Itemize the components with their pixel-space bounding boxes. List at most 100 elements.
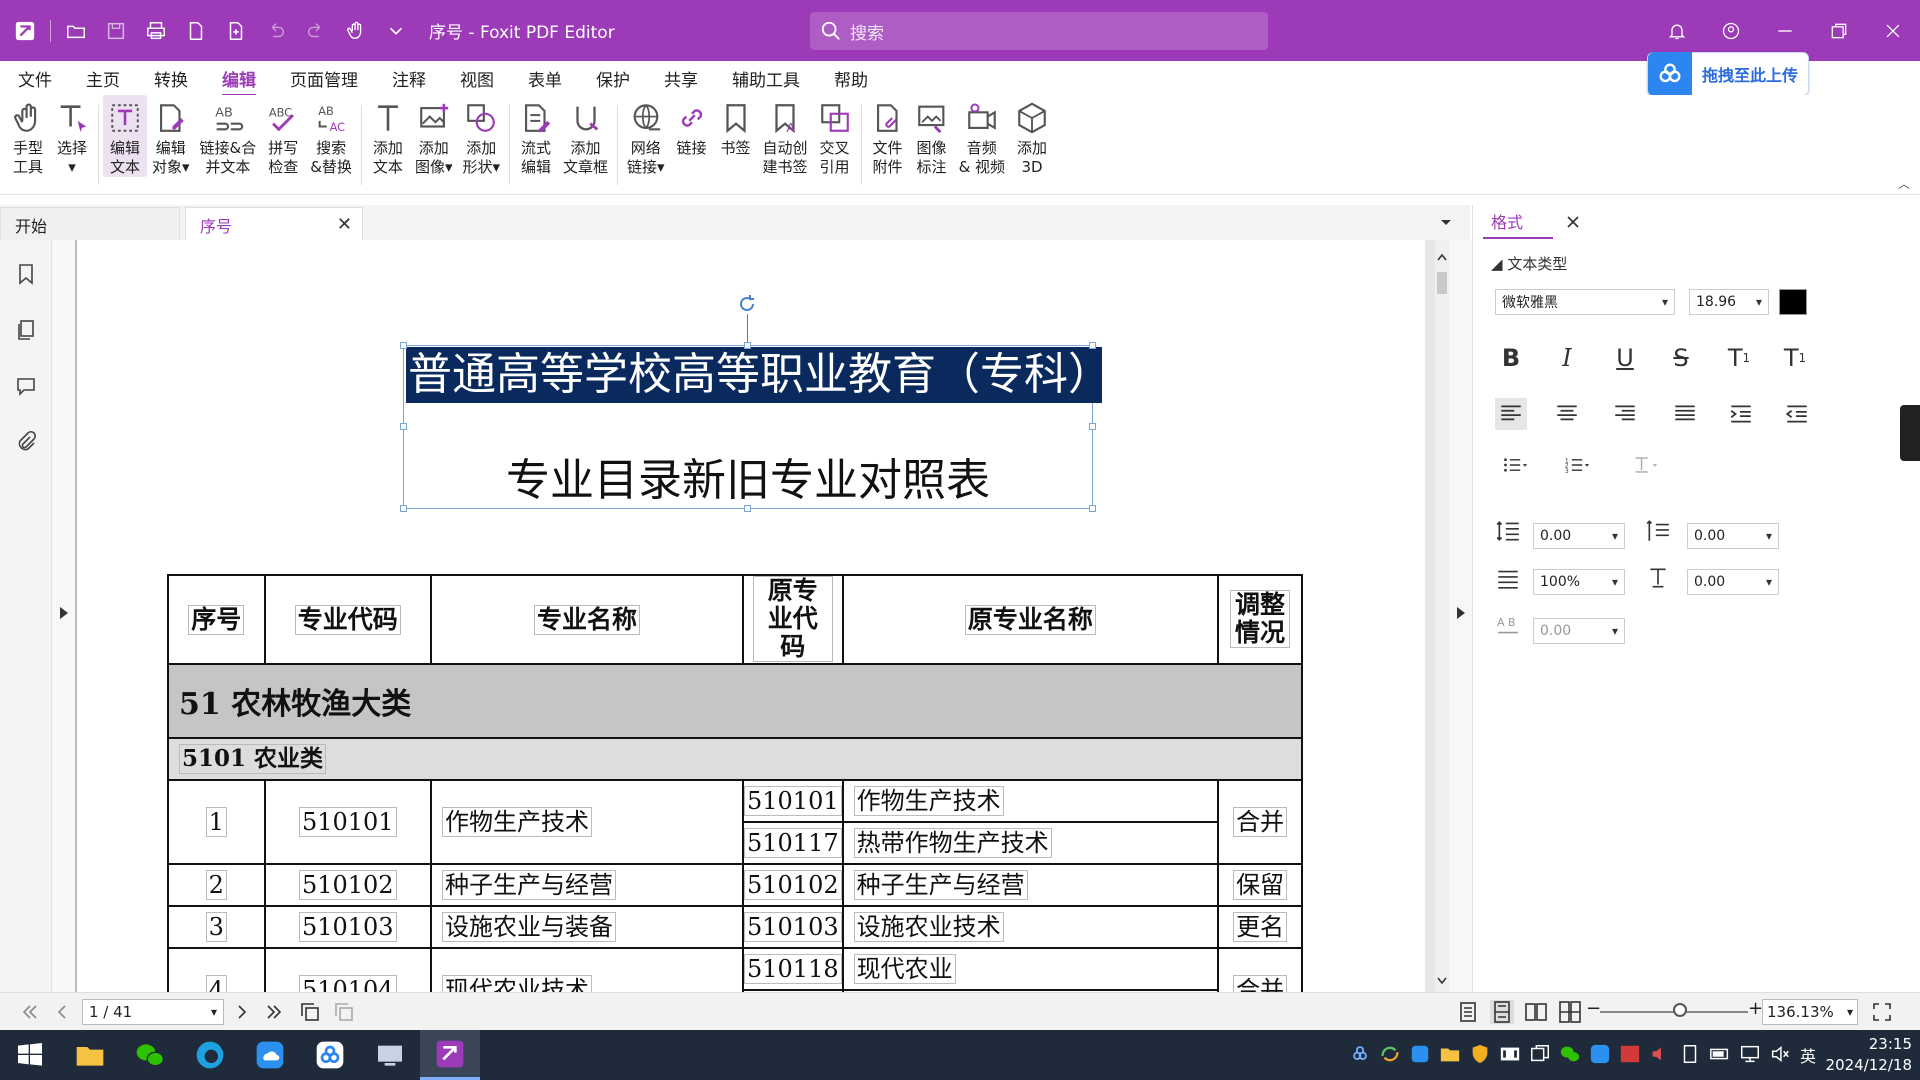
major-name[interactable]: 种子生产与经营 — [442, 870, 617, 900]
menu-item-5[interactable]: 注释 — [392, 66, 426, 91]
ribbon-button-5[interactable]: ABC 拼写 检查 — [261, 95, 305, 177]
menu-item-6[interactable]: 视图 — [460, 66, 494, 91]
old-major-code[interactable]: 510102 — [744, 870, 842, 900]
tablet-tray-icon[interactable] — [1679, 1043, 1703, 1067]
ribbon-button-8[interactable]: 添加 图像▾ — [410, 95, 458, 177]
ribbon-button-6[interactable]: AB AC 搜索 &替换 — [305, 95, 357, 177]
rotate-handle-icon[interactable] — [735, 292, 759, 316]
old-major-name[interactable]: 作物生产技术 — [853, 786, 1004, 816]
attachments-panel-icon[interactable] — [0, 414, 52, 470]
category-cell[interactable]: 51 农林牧渔大类 — [167, 663, 1303, 739]
save-icon[interactable] — [101, 16, 131, 46]
bookmark-panel-icon[interactable] — [0, 246, 52, 302]
side-edge-tab[interactable] — [1900, 405, 1920, 461]
resize-handle[interactable] — [744, 505, 751, 512]
adjustment-status[interactable]: 合并 — [1233, 975, 1288, 992]
section-text-type[interactable]: ◢ 文本类型 — [1491, 253, 1567, 274]
input-language-indicator[interactable]: 英 — [1800, 1043, 1816, 1067]
old-major-code[interactable]: 510117 — [744, 828, 842, 858]
wechat-icon[interactable] — [120, 1030, 180, 1080]
close-window-icon[interactable] — [1866, 0, 1920, 61]
last-page-icon[interactable] — [262, 1000, 286, 1024]
hand-tool-quick-icon[interactable] — [341, 16, 371, 46]
single-page-view-icon[interactable] — [1456, 1000, 1480, 1024]
speaker-muted-icon[interactable] — [1649, 1043, 1673, 1067]
adjustment-status[interactable]: 合并 — [1233, 807, 1288, 837]
volume-icon[interactable] — [1769, 1043, 1793, 1067]
line-spacing-select[interactable]: 0.00 — [1533, 523, 1625, 549]
close-tab-icon[interactable]: ✕ — [337, 214, 352, 235]
ribbon-button-14[interactable]: 书签 — [714, 95, 758, 158]
start-windows-icon[interactable] — [0, 1030, 60, 1080]
adjustment-status[interactable]: 更名 — [1233, 912, 1288, 942]
menu-item-0[interactable]: 文件 — [18, 66, 52, 91]
resize-handle[interactable] — [400, 505, 407, 512]
old-major-code[interactable]: 510101 — [744, 786, 842, 816]
menu-item-7[interactable]: 表单 — [528, 66, 562, 91]
edge-browser-icon[interactable] — [180, 1030, 240, 1080]
adjustment-status[interactable]: 保留 — [1233, 870, 1288, 900]
continuous-facing-view-icon[interactable] — [1558, 1000, 1582, 1024]
header-status[interactable]: 调整情况 — [1230, 590, 1291, 648]
scroll-down-icon[interactable] — [1436, 976, 1448, 986]
ribbon-button-7[interactable]: 添加 文本 — [366, 95, 410, 177]
folder-tray-icon[interactable] — [1439, 1043, 1463, 1067]
header-old-code[interactable]: 原专业代码 — [752, 576, 833, 662]
redo-icon[interactable] — [301, 16, 331, 46]
tab-format[interactable]: 格式 — [1483, 205, 1553, 239]
file-explorer-icon[interactable] — [60, 1030, 120, 1080]
menu-item-3[interactable]: 编辑 — [222, 66, 256, 97]
major-name[interactable]: 设施农业与装备 — [442, 912, 617, 942]
zoom-level-select[interactable]: 136.13% — [1762, 999, 1858, 1025]
align-right-icon[interactable] — [1609, 398, 1641, 430]
new-document-icon[interactable] — [181, 16, 211, 46]
row-number[interactable]: 4 — [205, 975, 227, 992]
align-left-icon[interactable] — [1495, 398, 1527, 430]
shield-tray-icon[interactable] — [1469, 1043, 1493, 1067]
horizontal-scale-select[interactable]: 100% — [1533, 569, 1625, 595]
continuous-view-icon[interactable] — [1490, 1000, 1514, 1024]
first-page-icon[interactable] — [18, 1000, 42, 1024]
resize-handle[interactable] — [400, 342, 407, 349]
major-name[interactable]: 现代农业技术 — [442, 975, 593, 992]
menu-item-8[interactable]: 保护 — [596, 66, 630, 91]
old-major-code[interactable]: 510118 — [744, 954, 842, 984]
word-spacing-select[interactable]: 0.00 — [1533, 618, 1625, 644]
align-justify-icon[interactable] — [1669, 398, 1701, 430]
baidu-tray-icon[interactable] — [1349, 1043, 1373, 1067]
old-major-name[interactable]: 热带作物生产技术 — [853, 828, 1052, 858]
ribbon-button-1[interactable]: 选择 ▾ — [50, 95, 94, 177]
menu-item-9[interactable]: 共享 — [664, 66, 698, 91]
system-clock[interactable]: 23:15 2024/12/18 — [1820, 1034, 1912, 1076]
outdent-icon[interactable] — [1781, 398, 1813, 430]
ribbon-button-3[interactable]: 编辑 对象▾ — [147, 95, 195, 177]
close-panel-icon[interactable] — [1563, 212, 1583, 232]
ribbon-button-10[interactable]: 流式 编辑 — [514, 95, 558, 177]
resize-handle[interactable] — [400, 423, 407, 430]
left-panel-expander[interactable] — [52, 240, 75, 992]
search-input[interactable]: 搜索 — [810, 12, 1268, 50]
ribbon-button-18[interactable]: 图像 标注 — [910, 95, 954, 177]
font-family-select[interactable]: 微软雅黑 — [1495, 289, 1675, 315]
baidu-netdisk-icon[interactable] — [300, 1030, 360, 1080]
resize-handle[interactable] — [1089, 342, 1096, 349]
window-tray-icon[interactable] — [1529, 1043, 1553, 1067]
app-tray-icon[interactable] — [1409, 1043, 1433, 1067]
major-code[interactable]: 510102 — [298, 870, 397, 900]
create-pdf-icon[interactable] — [221, 16, 251, 46]
collapse-ribbon-icon[interactable]: ︿ — [1898, 175, 1910, 192]
tab-document[interactable]: 序号 ✕ — [185, 207, 363, 241]
old-major-code[interactable]: 510103 — [744, 912, 842, 942]
ribbon-button-17[interactable]: 文件 附件 — [866, 95, 910, 177]
page-number-input[interactable]: 1 / 41 — [82, 999, 224, 1025]
tab-list-chevron-icon[interactable] — [1434, 210, 1458, 234]
major-code[interactable]: 510104 — [298, 975, 397, 992]
text-direction-icon[interactable] — [1625, 449, 1665, 481]
menu-item-4[interactable]: 页面管理 — [290, 66, 358, 91]
ribbon-button-20[interactable]: 添加 3D — [1010, 95, 1054, 177]
title-line2[interactable]: 专业目录新旧专业对照表 — [403, 453, 1093, 509]
facing-view-icon[interactable] — [1524, 1000, 1548, 1024]
menu-item-1[interactable]: 主页 — [86, 66, 120, 91]
major-code[interactable]: 510101 — [298, 807, 397, 837]
subcategory-label[interactable]: 5101 农业类 — [179, 744, 327, 774]
